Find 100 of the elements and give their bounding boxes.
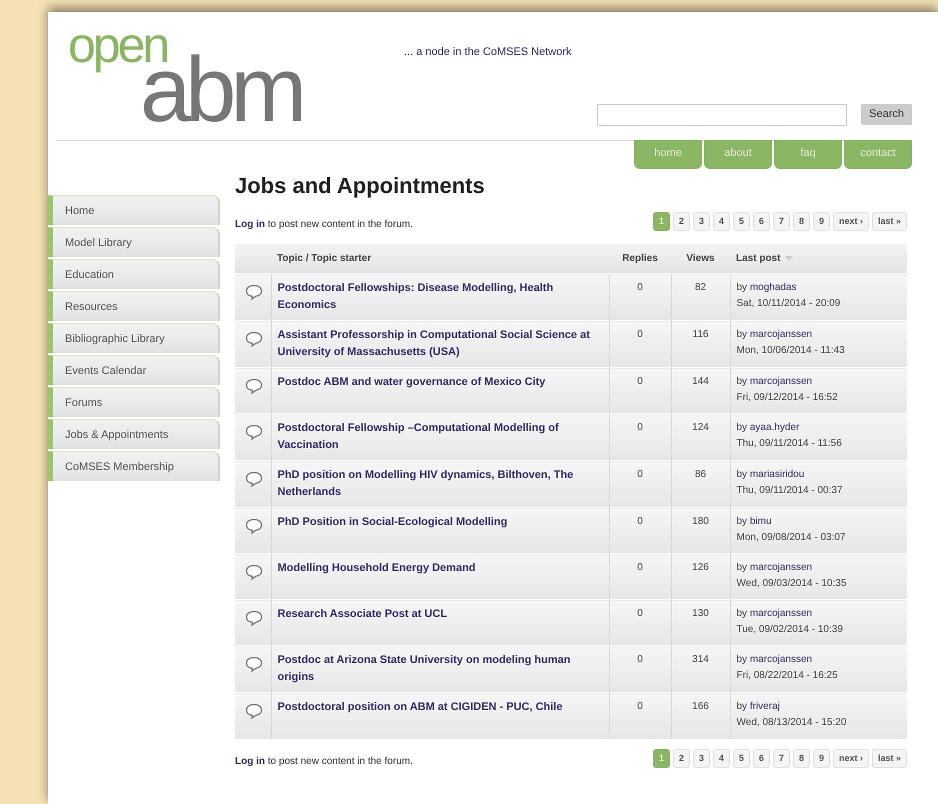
post-date: Fri, 08/22/2014 - 16:25: [736, 669, 839, 683]
by-label: by: [736, 516, 748, 527]
author-link[interactable]: bimu: [750, 516, 772, 527]
sidebar-item[interactable]: Forums: [48, 386, 220, 416]
speech-bubble-icon: [245, 610, 263, 626]
post-date: Tue, 09/02/2014 - 10:39: [736, 623, 844, 637]
author-link[interactable]: marcojanssen: [750, 608, 812, 619]
sidebar-item[interactable]: Education: [48, 258, 220, 288]
post-date: Thu, 09/11/2014 - 11:56: [736, 437, 843, 451]
by-label: by: [736, 282, 748, 293]
views-count: 180: [692, 516, 709, 527]
sidebar-item[interactable]: Model Library: [48, 226, 220, 256]
page-link[interactable]: 5: [732, 748, 750, 768]
by-label: by: [736, 469, 748, 480]
page-link[interactable]: 6: [752, 748, 770, 768]
author-link[interactable]: marcojanssen: [750, 329, 812, 340]
views-count: 314: [692, 654, 709, 665]
author-link[interactable]: marcojanssen: [750, 562, 812, 573]
replies-count: 0: [637, 329, 643, 340]
speech-bubble-icon: [245, 331, 263, 347]
last-link[interactable]: last »: [872, 212, 907, 231]
replies-count: 0: [637, 516, 643, 527]
search-field[interactable]: [597, 104, 848, 126]
views-count: 126: [692, 562, 709, 573]
author-link[interactable]: marcojanssen: [750, 376, 812, 387]
by-label: by: [736, 376, 748, 387]
page-link[interactable]: 3: [692, 212, 710, 231]
login-notice: Log in to post new content in the forum.: [235, 218, 414, 230]
page-link[interactable]: 3: [692, 748, 710, 768]
views-count: 82: [694, 282, 706, 293]
speech-bubble-icon: [245, 518, 263, 534]
post-date: Wed, 09/03/2014 - 10:35: [736, 577, 848, 591]
views-count: 130: [692, 608, 709, 619]
sidebar-item[interactable]: Bibliographic Library: [48, 322, 220, 352]
views-count: 116: [692, 329, 708, 340]
by-label: by: [736, 654, 748, 665]
post-date: Fri, 09/12/2014 - 16:52: [736, 391, 839, 405]
sidebar-item[interactable]: Home: [48, 194, 220, 224]
page-link[interactable]: 6: [752, 212, 770, 231]
speech-bubble-icon: [245, 471, 263, 487]
speech-bubble-icon: [245, 378, 263, 394]
login-link[interactable]: Log in: [235, 756, 265, 766]
column-header[interactable]: Topic / Topic starter: [277, 252, 372, 264]
replies-count: 0: [637, 282, 643, 293]
replies-count: 0: [637, 469, 643, 480]
replies-count: 0: [637, 376, 643, 387]
author-link[interactable]: marcojanssen: [750, 654, 812, 665]
tagline: ... a node in the CoMSES Network: [404, 45, 572, 60]
next-link[interactable]: next ›: [832, 212, 869, 231]
replies-count: 0: [637, 562, 643, 573]
column-header[interactable]: Last post: [736, 252, 780, 264]
by-label: by: [736, 329, 748, 340]
page-link[interactable]: 2: [672, 748, 690, 768]
page-link[interactable]: 5: [732, 212, 750, 231]
author-link[interactable]: moghadas: [750, 282, 797, 293]
author-link[interactable]: ayaa.hyder: [750, 422, 800, 433]
sidebar-item[interactable]: Resources: [48, 290, 220, 320]
post-date: Mon, 10/06/2014 - 11:43: [736, 344, 846, 358]
post-date: Thu, 09/11/2014 - 00:37: [736, 484, 844, 498]
page-link[interactable]: 9: [812, 748, 830, 768]
page-title: Jobs and Appointments: [235, 172, 486, 200]
page-link[interactable]: 7: [772, 212, 790, 231]
login-notice: Log in to post new content in the forum.: [235, 754, 414, 768]
post-date: Sat, 10/11/2014 - 20:09: [736, 297, 842, 311]
page-link[interactable]: 8: [792, 748, 810, 768]
page-link[interactable]: 2: [672, 212, 690, 231]
replies-count: 0: [637, 422, 643, 433]
author-link[interactable]: friveraj: [750, 701, 780, 712]
column-header[interactable]: Views: [686, 252, 715, 264]
speech-bubble-icon: [245, 564, 263, 580]
page-link[interactable]: 4: [712, 212, 730, 231]
next-link[interactable]: next ›: [832, 748, 869, 768]
sidebar-item[interactable]: CoMSES Membership: [48, 450, 220, 480]
post-date: Mon, 09/08/2014 - 03:07: [736, 531, 846, 545]
post-date: Wed, 08/13/2014 - 15:20: [736, 716, 848, 730]
replies-count: 0: [637, 701, 643, 712]
page-link[interactable]: 7: [772, 748, 790, 768]
search-button[interactable]: Search: [861, 104, 912, 124]
views-count: 86: [694, 469, 706, 480]
by-label: by: [736, 608, 748, 619]
views-count: 124: [692, 422, 709, 433]
speech-bubble-icon: [245, 703, 263, 719]
by-label: by: [736, 701, 748, 712]
author-link[interactable]: mariasiridou: [750, 469, 804, 480]
speech-bubble-icon: [245, 656, 263, 672]
page-link[interactable]: 4: [712, 748, 730, 768]
by-label: by: [736, 562, 748, 573]
views-count: 144: [692, 376, 709, 387]
sort-icon: [785, 256, 794, 261]
sidebar-item[interactable]: Jobs & Appointments: [48, 418, 220, 448]
login-link[interactable]: Log in: [235, 218, 265, 230]
speech-bubble-icon: [245, 424, 263, 440]
views-count: 166: [692, 701, 709, 712]
by-label: by: [736, 422, 748, 433]
replies-count: 0: [637, 654, 643, 665]
page-link[interactable]: 8: [792, 212, 810, 231]
replies-count: 0: [637, 608, 643, 619]
sidebar-item[interactable]: Events Calendar: [48, 354, 220, 384]
last-link[interactable]: last »: [872, 748, 907, 768]
page-link[interactable]: 9: [812, 212, 830, 231]
